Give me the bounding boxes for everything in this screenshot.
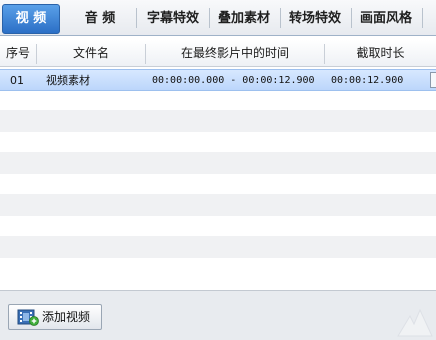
row-scroll-handle[interactable] <box>430 72 436 88</box>
tab-video[interactable]: 视 频 <box>2 4 60 34</box>
column-header-time-range[interactable]: 在最终影片中的时间 <box>146 40 324 67</box>
empty-row <box>0 110 436 132</box>
bottom-toolbar: 添加视频 <box>0 290 436 340</box>
row-filename: 视频素材 <box>46 74 90 87</box>
add-video-label: 添加视频 <box>42 310 91 324</box>
clip-list: 01 视频素材 00:00:00.000 - 00:00:12.900 00:0… <box>0 68 436 288</box>
tab-subtitle-effects[interactable]: 字幕特效 <box>140 3 206 34</box>
tab-divider <box>136 8 137 28</box>
tab-divider <box>280 8 281 28</box>
tab-transition-effects[interactable]: 转场特效 <box>282 3 348 34</box>
table-header: 序号 文件名 在最终影片中的时间 截取时长 <box>0 40 436 67</box>
tab-divider <box>209 8 210 28</box>
column-header-index[interactable]: 序号 <box>0 40 36 67</box>
watermark-graphic <box>397 308 433 337</box>
tab-picture-style[interactable]: 画面风格 <box>353 3 419 34</box>
empty-row <box>0 194 436 216</box>
tab-overlay-materials[interactable]: 叠加素材 <box>211 3 277 34</box>
add-video-button[interactable]: 添加视频 <box>8 304 102 330</box>
row-duration: 00:00:12.900 <box>331 75 404 86</box>
column-header-filename[interactable]: 文件名 <box>37 40 145 67</box>
column-header-duration[interactable]: 截取时长 <box>325 40 436 67</box>
row-index: 01 <box>10 74 24 87</box>
empty-row <box>0 152 436 174</box>
add-film-icon <box>17 309 39 326</box>
empty-row <box>0 236 436 258</box>
tab-divider <box>351 8 352 28</box>
row-time-range: 00:00:00.000 - 00:00:12.900 <box>152 75 315 86</box>
table-row[interactable]: 01 视频素材 00:00:00.000 - 00:00:12.900 00:0… <box>0 69 436 91</box>
tab-audio[interactable]: 音 频 <box>70 3 130 34</box>
tab-divider <box>422 8 423 28</box>
tab-bar: 视 频 音 频 字幕特效 叠加素材 转场特效 画面风格 <box>0 0 436 36</box>
